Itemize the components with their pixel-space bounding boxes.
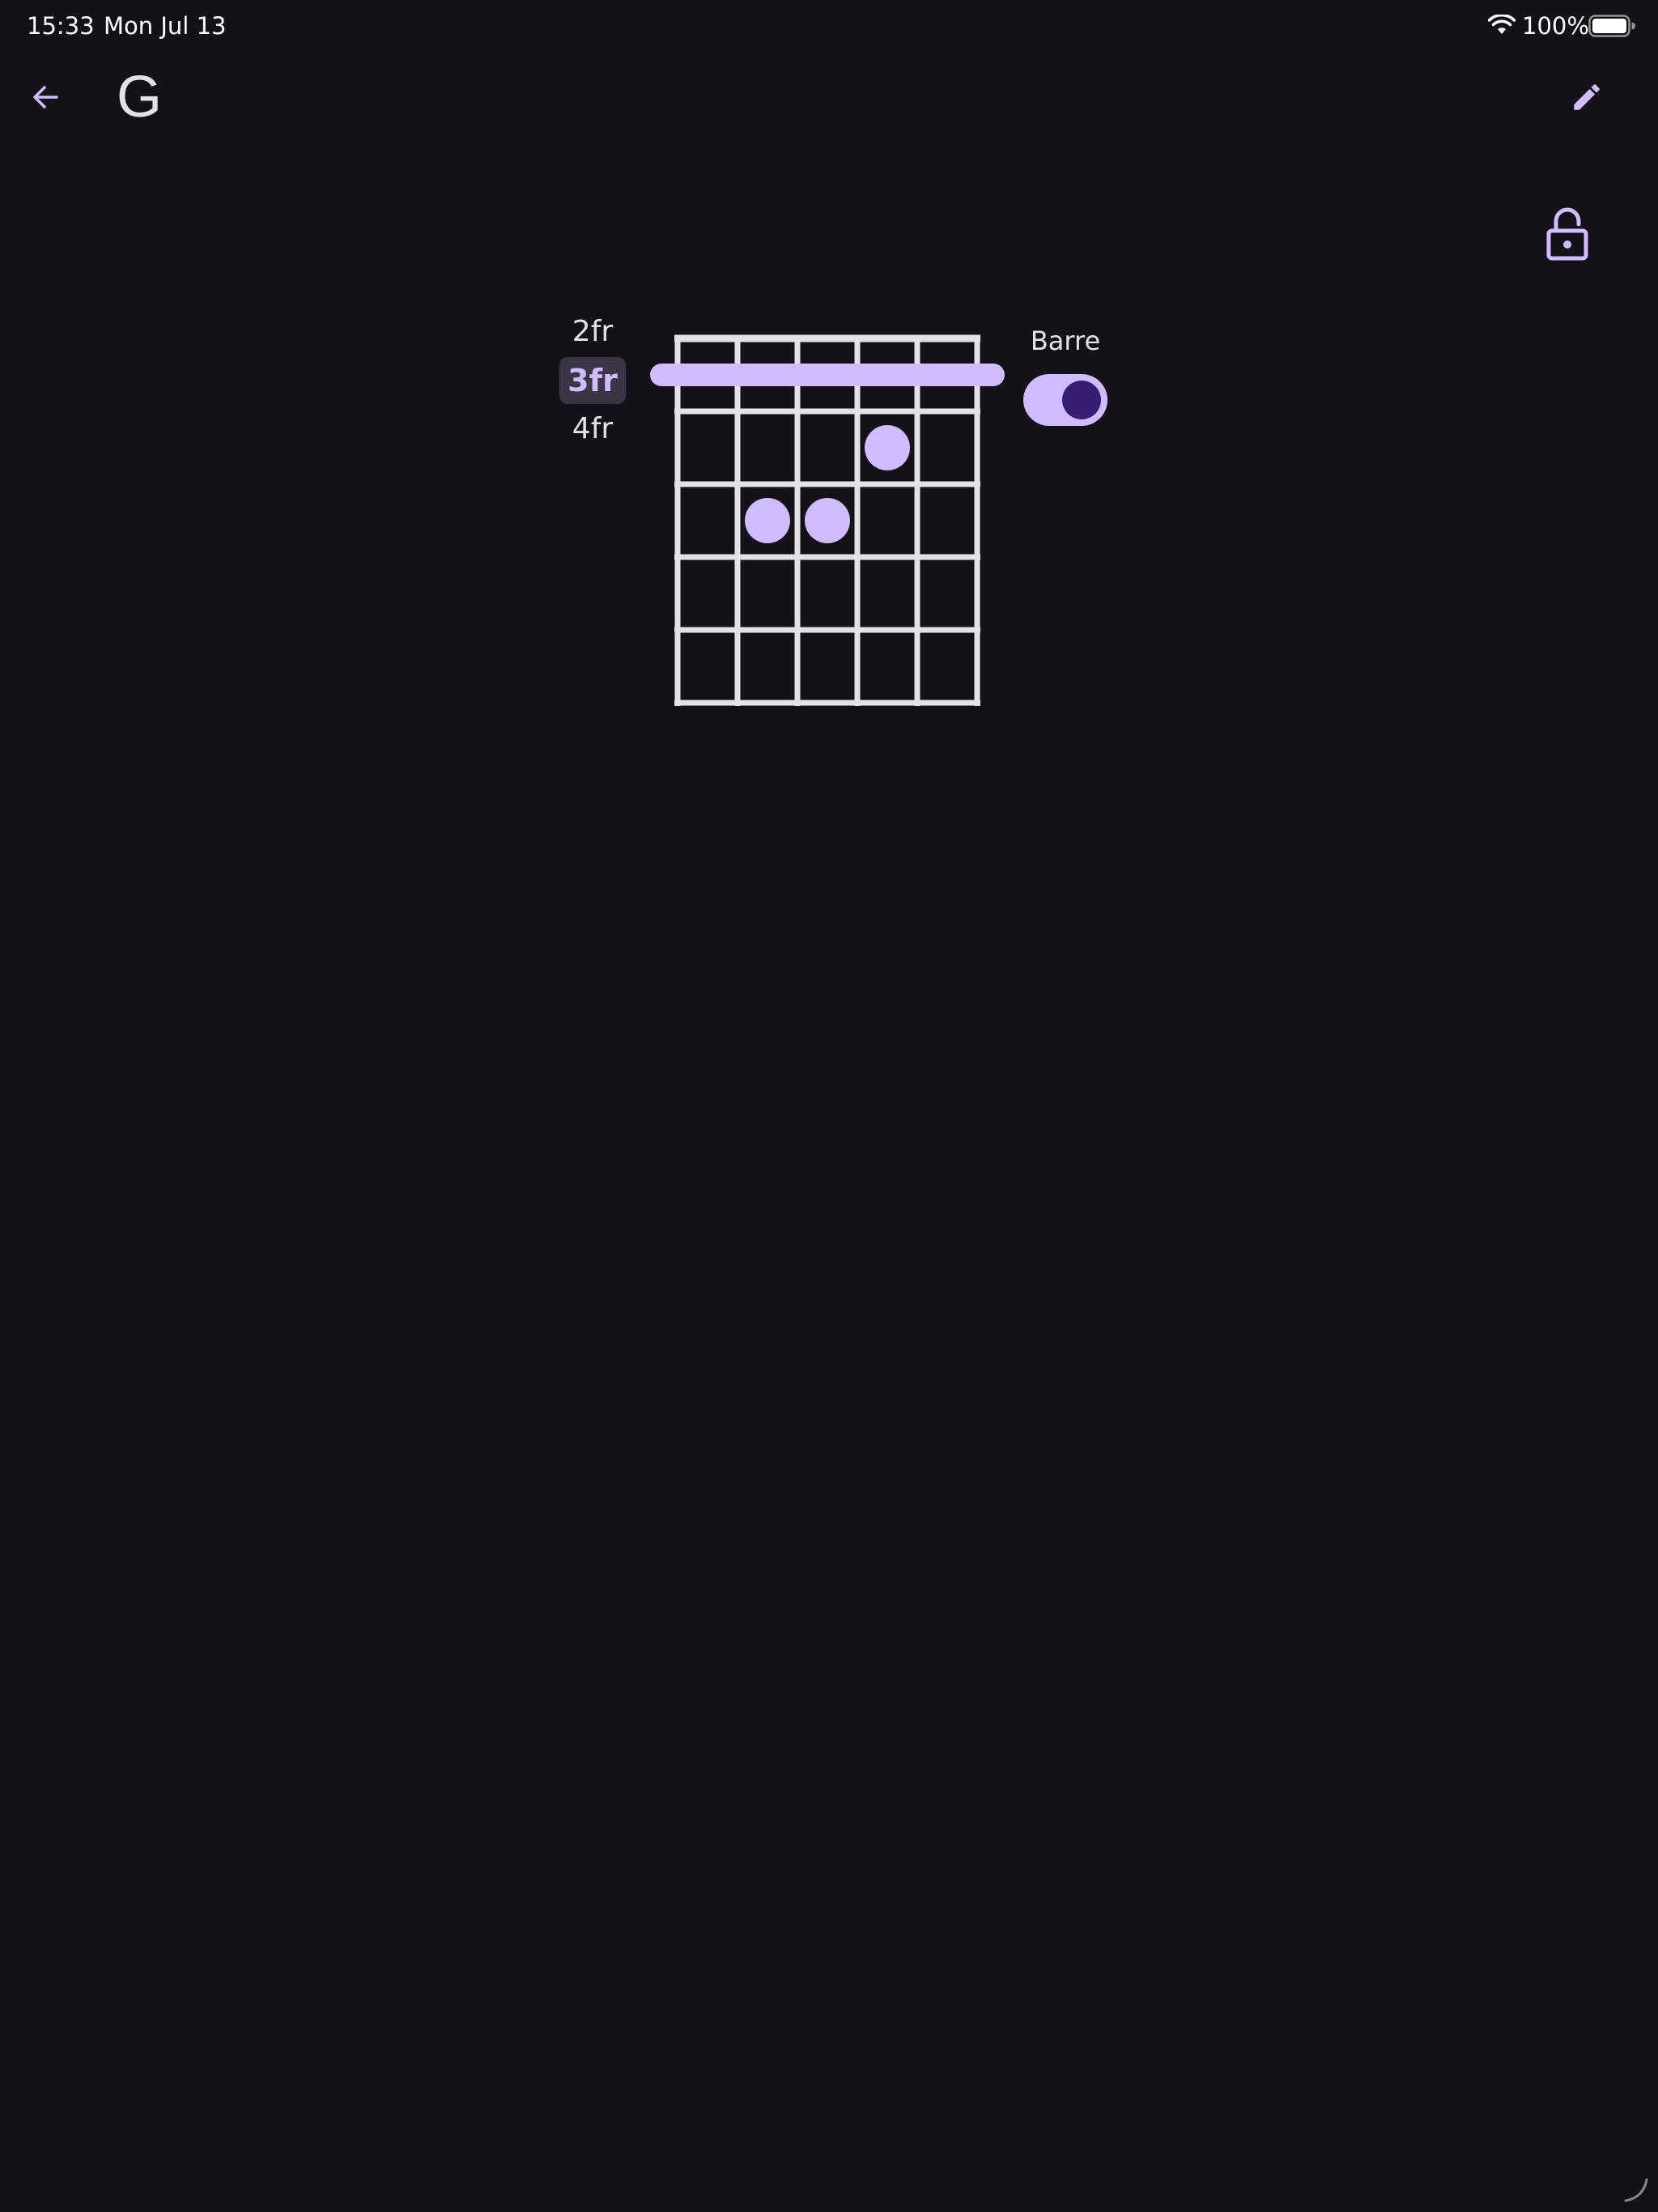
fret-option-4fr[interactable]: 4fr	[559, 405, 626, 452]
pencil-icon	[1574, 84, 1600, 110]
finger-dot	[745, 498, 790, 543]
barre-switch-thumb	[1062, 381, 1101, 419]
edit-button[interactable]	[1561, 71, 1613, 123]
barre-switch[interactable]	[1023, 374, 1107, 426]
finger-dot	[805, 498, 850, 543]
resize-handle-icon	[1624, 2178, 1648, 2202]
fret-option-2fr[interactable]: 2fr	[559, 308, 626, 355]
arrow-back-icon	[33, 86, 58, 108]
status-time: 15:33	[27, 12, 95, 40]
barre-bar	[650, 364, 1005, 386]
finger-dot	[865, 425, 910, 470]
barre-label: Barre	[1030, 325, 1101, 356]
status-date: Mon Jul 13	[104, 12, 227, 40]
lock-button[interactable]	[1538, 202, 1596, 266]
lock-open-icon	[1546, 207, 1588, 261]
page-title: G	[117, 65, 163, 130]
battery-percent: 100%	[1522, 12, 1589, 40]
wifi-icon	[1488, 15, 1516, 34]
back-button[interactable]	[21, 73, 70, 121]
battery-icon	[1588, 15, 1635, 37]
fret-option-3fr[interactable]: 3fr	[559, 357, 626, 404]
